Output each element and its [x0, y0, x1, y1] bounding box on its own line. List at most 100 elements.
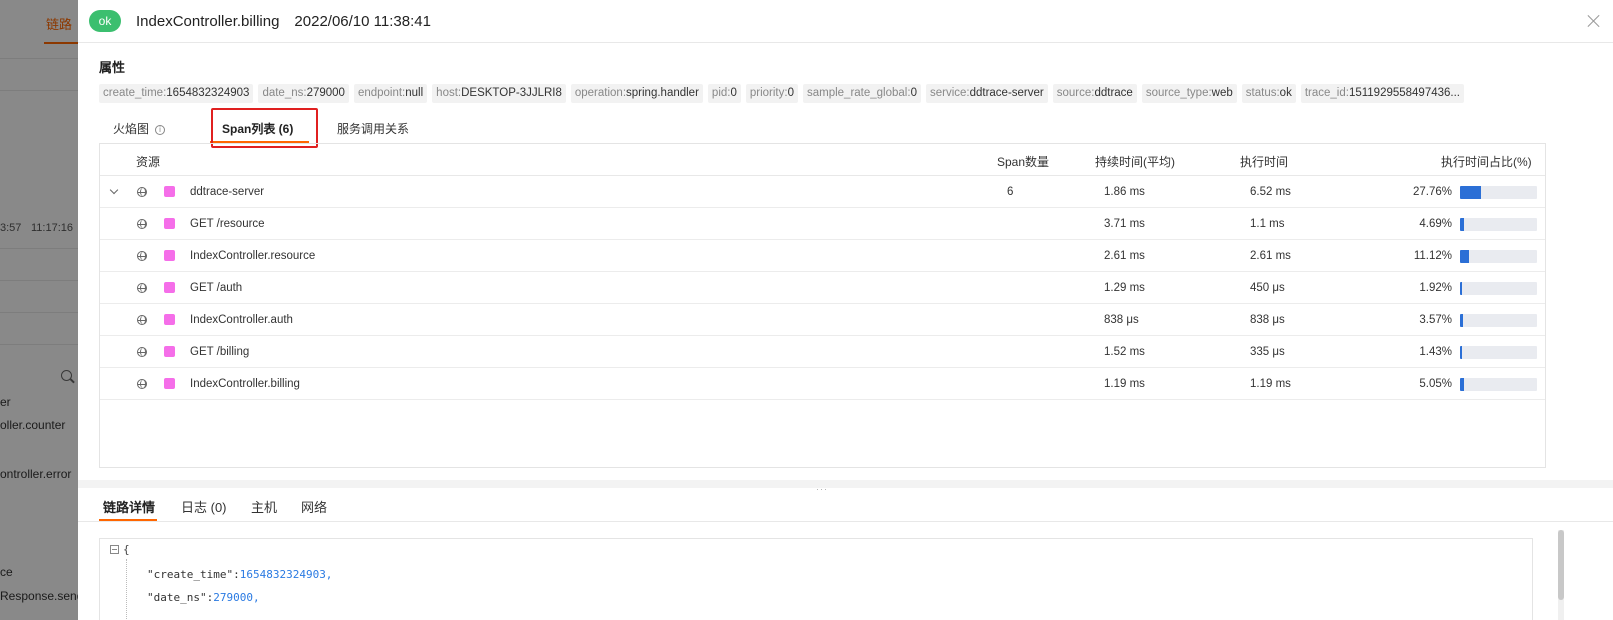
cell-exec-pct: 1.92% — [1419, 282, 1452, 294]
attribute-key: operation: — [574, 87, 627, 99]
cell-exec-pct: 11.12% — [1413, 250, 1452, 262]
attribute-value: 0 — [730, 87, 737, 99]
cell-avg-duration: 838 μs — [1104, 314, 1139, 326]
service-color-swatch — [164, 314, 175, 325]
service-color-swatch — [164, 250, 175, 261]
panel-divider[interactable] — [78, 480, 1613, 488]
highlight-box — [211, 108, 318, 148]
pct-bar-track — [1460, 282, 1537, 295]
close-icon[interactable] — [1587, 14, 1601, 28]
globe-icon — [137, 315, 147, 325]
table-row[interactable]: GET /billing 1.52 ms 335 μs 1.43% — [100, 336, 1545, 368]
service-color-swatch — [164, 378, 175, 389]
pct-bar-track — [1460, 346, 1537, 359]
table-body: ddtrace-server 6 1.86 ms 6.52 ms 27.76% GET /… — [100, 176, 1545, 400]
cell-avg-duration: 1.52 ms — [1104, 346, 1145, 358]
attribute-key: create_time: — [103, 87, 167, 99]
json-open-brace: { — [123, 543, 130, 556]
attribute-value: ddtrace-server — [969, 87, 1044, 99]
attribute-key: endpoint: — [357, 87, 406, 99]
attribute-value: 279000 — [306, 87, 345, 99]
scrollbar-thumb[interactable] — [1558, 530, 1564, 600]
header-span-count: Span数量 — [997, 155, 1050, 169]
json-viewer: { "create_time":1654832324903, "date_ns"… — [99, 538, 1533, 620]
json-line: "create_time":1654832324903, — [147, 568, 332, 581]
trace-detail-drawer: ok IndexController.billing 2022/06/10 11… — [78, 0, 1613, 620]
cell-exec-pct: 1.43% — [1419, 346, 1452, 358]
pct-bar-track — [1460, 186, 1537, 199]
tab-trace-detail[interactable]: 链路详情 — [103, 497, 155, 516]
attribute-value: web — [1211, 87, 1233, 99]
cell-exec-time: 2.61 ms — [1250, 250, 1291, 262]
cell-resource: ddtrace-server — [190, 186, 265, 198]
drawer-header: ok IndexController.billing 2022/06/10 11… — [78, 0, 1613, 43]
cell-exec-pct: 4.69% — [1419, 218, 1452, 230]
attribute-key: date_ns: — [262, 87, 307, 99]
table-row[interactable]: GET /resource 3.71 ms 1.1 ms 4.69% — [100, 208, 1545, 240]
cell-exec-time: 335 μs — [1250, 346, 1285, 358]
attribute-tag: priority:0 — [745, 84, 798, 103]
cell-exec-pct: 3.57% — [1419, 314, 1452, 326]
attribute-key: status: — [1245, 87, 1280, 99]
attribute-key: trace_id: — [1304, 87, 1349, 99]
attribute-value: DESKTOP-3JJLRI8 — [461, 87, 562, 99]
tab-flame-graph-label: 火焰图 — [113, 122, 150, 136]
info-icon[interactable]: i — [155, 124, 166, 135]
pct-bar-track — [1460, 250, 1537, 263]
table-row[interactable]: GET /auth 1.29 ms 450 μs 1.92% — [100, 272, 1545, 304]
tab-network[interactable]: 网络 — [301, 497, 327, 516]
attribute-tag: create_time:1654832324903 — [99, 84, 254, 103]
cell-resource: IndexController.resource — [190, 250, 316, 262]
cell-exec-time: 1.19 ms — [1250, 378, 1291, 390]
cell-exec-pct: 27.76% — [1412, 186, 1452, 198]
pct-bar-fill — [1460, 346, 1462, 359]
table-row[interactable]: IndexController.billing 1.19 ms 1.19 ms 5.0… — [100, 368, 1545, 400]
attribute-value: 0 — [910, 87, 917, 99]
attribute-key: service: — [929, 87, 970, 99]
attribute-tag: trace_id:1511929558497436... — [1300, 84, 1465, 103]
globe-icon — [137, 187, 147, 197]
json-key: "create_time": — [147, 568, 240, 581]
pct-bar-fill — [1460, 378, 1464, 391]
attribute-tag: source:ddtrace — [1052, 84, 1137, 103]
attribute-key: sample_rate_global: — [806, 87, 911, 99]
attribute-tag: service:ddtrace-server — [925, 84, 1048, 103]
attribute-key: pid: — [711, 87, 731, 99]
table-row[interactable]: IndexController.auth 838 μs 838 μs 3.57% — [100, 304, 1545, 336]
tab-logs[interactable]: 日志 (0) — [181, 497, 227, 516]
attribute-tag: status:ok — [1241, 84, 1296, 103]
attribute-key: source: — [1056, 87, 1095, 99]
tab-host[interactable]: 主机 — [251, 497, 277, 516]
pct-bar-fill — [1460, 250, 1469, 263]
json-key: "date_ns": — [147, 591, 214, 604]
chevron-down-icon[interactable] — [109, 185, 119, 195]
span-table: 资源 Span数量 持续时间(平均) 执行时间 执行时间占比(%) ddtrac… — [99, 143, 1546, 468]
cell-exec-pct: 5.05% — [1419, 378, 1452, 390]
header-avg-duration: 持续时间(平均) — [1095, 155, 1175, 169]
attribute-tags: create_time:1654832324903 date_ns:279000 e… — [99, 84, 1465, 103]
table-row[interactable]: ddtrace-server 6 1.86 ms 6.52 ms 27.76% — [100, 176, 1545, 208]
header-resource: 资源 — [136, 155, 161, 169]
table-header: 资源 Span数量 持续时间(平均) 执行时间 执行时间占比(%) — [100, 144, 1545, 176]
json-value: 1654832324903, — [239, 568, 333, 581]
cell-avg-duration: 3.71 ms — [1104, 218, 1145, 230]
attributes-title: 属性 — [99, 60, 126, 75]
attribute-value: null — [405, 87, 424, 99]
span-title: IndexController.billing — [136, 12, 280, 30]
tab-flame-graph[interactable]: 火焰图 i — [113, 120, 166, 137]
tab-service-map[interactable]: 服务调用关系 — [337, 120, 409, 137]
globe-icon — [137, 251, 147, 261]
pct-bar-track — [1460, 378, 1537, 391]
pct-bar-fill — [1460, 282, 1462, 295]
span-time: 2022/06/10 11:38:41 — [294, 12, 431, 30]
pct-bar-track — [1460, 218, 1537, 231]
attribute-key: source_type: — [1145, 87, 1212, 99]
cell-avg-duration: 2.61 ms — [1104, 250, 1145, 262]
cell-exec-time: 450 μs — [1250, 282, 1285, 294]
service-color-swatch — [164, 282, 175, 293]
table-row[interactable]: IndexController.resource 2.61 ms 2.61 ms 11… — [100, 240, 1545, 272]
modal-overlay[interactable] — [0, 0, 78, 620]
collapse-icon[interactable] — [110, 545, 119, 554]
attribute-value: 1511929558497436... — [1348, 87, 1461, 99]
drag-handle[interactable]: ··· — [816, 484, 828, 494]
